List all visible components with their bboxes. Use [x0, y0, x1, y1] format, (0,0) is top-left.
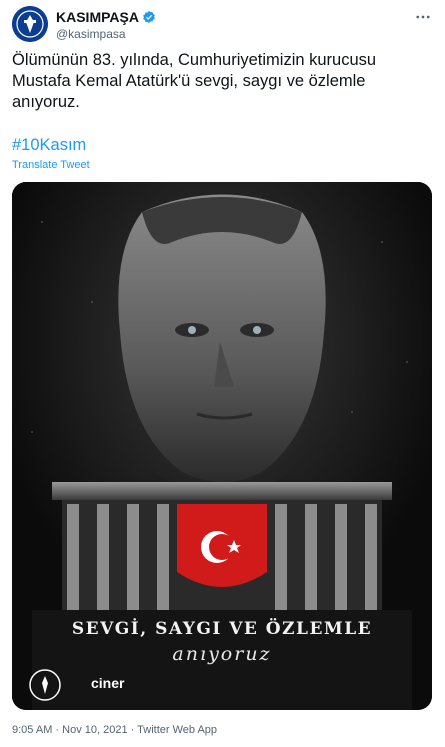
translate-tweet-link[interactable]: Translate Tweet: [12, 159, 90, 171]
tweet-header: KASIMPAŞA @kasimpasa: [12, 6, 432, 46]
handle[interactable]: @kasimpasa: [56, 27, 126, 41]
tweet-image[interactable]: SEVGİ, SAYGI VE ÖZLEMLE anıyoruz ciner: [12, 182, 432, 710]
more-options-icon[interactable]: [414, 8, 432, 29]
kasimpasa-crest-icon[interactable]: [12, 6, 48, 42]
image-caption-line2: anıyoruz: [172, 643, 272, 665]
verified-badge-icon: [143, 10, 155, 24]
hashtag-link[interactable]: #10Kasım: [12, 136, 86, 155]
kasimpasa-logo-icon: [29, 669, 61, 701]
tweet-timestamp[interactable]: 9:05 AM · Nov 10, 2021 · Twitter Web App: [12, 724, 217, 736]
image-caption-line1: SEVGİ, SAYGI VE ÖZLEMLE: [71, 619, 373, 639]
name-row: KASIMPAŞA: [56, 9, 156, 25]
tweet-text: Ölümünün 83. yılında, Cumhuriyetimizin k…: [12, 51, 377, 111]
sponsor-logo: ciner: [91, 675, 125, 691]
display-name[interactable]: KASIMPAŞA: [56, 9, 139, 25]
